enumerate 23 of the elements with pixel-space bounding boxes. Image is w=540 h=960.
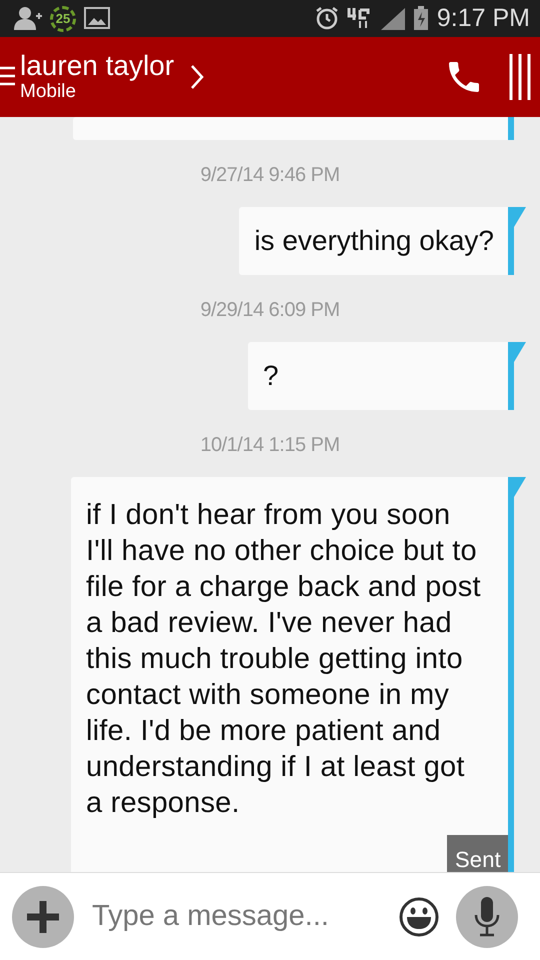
plus-icon[interactable] (25, 898, 61, 934)
emoji-icon[interactable] (398, 896, 440, 938)
sent-status: Sent (446, 835, 508, 872)
battery-icon (412, 6, 429, 31)
message-timestamp: 10/1/14 1:15 PM (199, 433, 341, 458)
chevron-right-icon[interactable] (190, 64, 204, 90)
message-timestamp: 9/27/14 9:46 PM (199, 163, 341, 188)
add-contact-icon (14, 6, 42, 31)
message-text: is everything okay? (254, 224, 494, 258)
alarm-icon (314, 6, 339, 31)
network-signal-icon (346, 6, 405, 31)
message-text: ? (263, 359, 280, 393)
image-icon (84, 6, 110, 30)
composer-bar[interactable]: Type a message... (0, 872, 540, 960)
counter-icon: 25 (50, 6, 76, 32)
number-type: Mobile (20, 82, 77, 103)
contact-name: lauren taylor (20, 51, 174, 82)
more-options-icon[interactable] (508, 54, 532, 100)
microphone-icon[interactable] (473, 896, 501, 936)
message-timestamp: 9/29/14 6:09 PM (199, 298, 341, 323)
message-text: if I don't hear from you soon I'll have no other choice but to file for a charge back and post a bad review. I've never had this much trouble getting into contact with someone in my life. I'd be more patient and understanding if I at least got a response. (86, 498, 482, 821)
clock-time: 9:17 PM (436, 6, 530, 31)
message-input[interactable]: Type a message... (74, 894, 398, 938)
